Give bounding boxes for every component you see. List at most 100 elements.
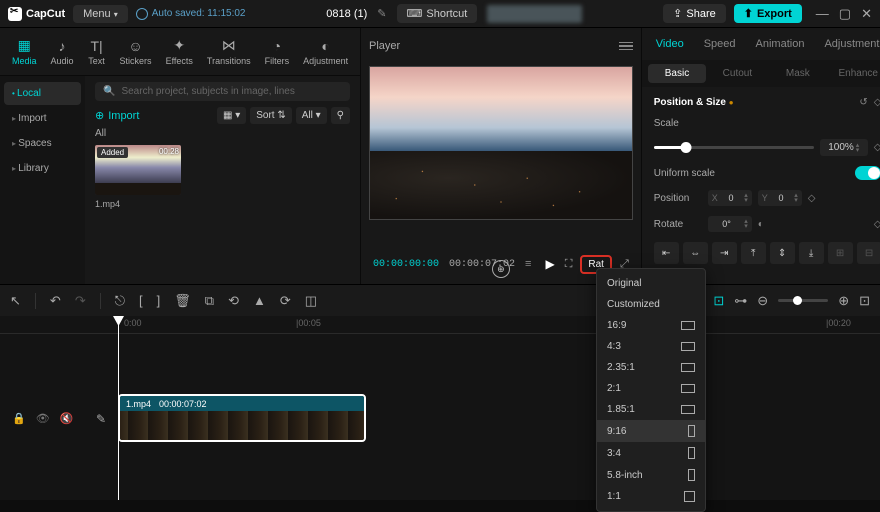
import-button[interactable]: Import — [95, 109, 139, 122]
filter-button[interactable]: ⚲ — [331, 107, 350, 124]
keyframe-icon[interactable]: ◇ — [874, 97, 880, 108]
align-disabled-icon: ⊞ — [828, 242, 853, 264]
selection-tool-icon[interactable]: ↖ — [10, 293, 21, 309]
app-logo: CapCut — [8, 7, 65, 21]
inspector-tab-speed[interactable]: Speed — [696, 34, 744, 54]
ratio-option-2-35-1[interactable]: 2.35:1 — [597, 357, 705, 378]
search-input[interactable]: 🔍Search project, subjects in image, line… — [95, 82, 350, 101]
rotate-keyframe-icon[interactable]: ◇ — [874, 219, 880, 230]
play-button[interactable]: ▶ — [545, 257, 554, 271]
ratio-option-original[interactable]: Original — [597, 273, 705, 294]
ratio-option-5-8-inch[interactable]: 5.8-inch — [597, 464, 705, 486]
link-icon[interactable]: ⊶ — [734, 293, 747, 309]
sidebar-item-import[interactable]: Import — [4, 107, 81, 130]
transform-icon[interactable]: ⊕ — [492, 260, 510, 278]
filter-all-button[interactable]: All ▾ — [296, 107, 327, 124]
timeline-clip[interactable]: 1.mp400:00:07:02 — [118, 394, 366, 442]
minimize-icon[interactable]: — — [816, 6, 829, 22]
zoom-fit-icon[interactable]: ⊡ — [859, 293, 870, 309]
split-icon[interactable]: ⎋ — [115, 293, 125, 309]
scale-value[interactable]: 100%▴▾ — [820, 139, 868, 156]
ruler-mark: |00:20 — [826, 318, 851, 328]
inspector-subtab-basic[interactable]: Basic — [648, 64, 706, 83]
timeline-ruler[interactable]: 0:00|00:05|00:15|00:20 — [0, 316, 880, 334]
media-sidebar: LocalImportSpacesLibrary — [0, 76, 85, 284]
uniform-label: Uniform scale — [654, 168, 850, 179]
fullscreen-icon[interactable]: ⛶ — [565, 258, 573, 271]
media-clip[interactable]: Added 00:28 1.mp4 — [95, 145, 181, 209]
media-tab-transitions[interactable]: ⋈Transitions — [201, 34, 257, 70]
crop-icon[interactable]: ⧉ — [205, 293, 214, 309]
mirror-icon[interactable]: ▲ — [253, 293, 266, 308]
sidebar-item-spaces[interactable]: Spaces — [4, 132, 81, 155]
inspector-tab-video[interactable]: Video — [648, 34, 692, 54]
player-menu-icon[interactable] — [619, 42, 633, 51]
trim-right-icon[interactable]: ] — [157, 293, 161, 308]
edit-title-icon[interactable]: ✎ — [377, 7, 386, 20]
section-title: Position & Size ● — [654, 97, 734, 108]
preview-canvas[interactable] — [369, 66, 633, 220]
ratio-option-1-85-1[interactable]: 1.85:1 — [597, 399, 705, 420]
media-tab-media[interactable]: ▦Media — [6, 34, 43, 70]
redo-icon[interactable]: ↷ — [75, 293, 86, 309]
align-bottom-icon[interactable]: ⤓ — [799, 242, 824, 264]
rotate-icon[interactable]: ⟳ — [280, 293, 291, 309]
align-top-icon[interactable]: ⤒ — [741, 242, 766, 264]
inspector-tab-animation[interactable]: Animation — [748, 34, 813, 54]
ratio-option-1-1[interactable]: 1:1 — [597, 486, 705, 507]
media-tab-effects[interactable]: ✦Effects — [160, 34, 199, 70]
trim-left-icon[interactable]: [ — [139, 293, 143, 308]
scale-slider[interactable] — [654, 146, 814, 149]
ratio-option-2-1[interactable]: 2:1 — [597, 378, 705, 399]
sidebar-item-local[interactable]: Local — [4, 82, 81, 105]
align-left-icon[interactable]: ⇤ — [654, 242, 679, 264]
snap-icon[interactable]: ⊡ — [713, 293, 724, 309]
sidebar-item-library[interactable]: Library — [4, 157, 81, 180]
shortcut-button[interactable]: ⌨Shortcut — [397, 4, 478, 23]
media-tab-audio[interactable]: ♪Audio — [45, 34, 80, 70]
account-area[interactable] — [487, 5, 582, 23]
inspector-subtab-enhance[interactable]: Enhance — [829, 64, 880, 83]
media-tab-filters[interactable]: ◔Filters — [259, 34, 296, 70]
menu-button[interactable]: Menu ▾ — [73, 5, 128, 23]
view-grid-button[interactable]: ▦ ▾ — [217, 107, 246, 124]
added-badge: Added — [97, 147, 128, 158]
inspector-subtab-mask[interactable]: Mask — [769, 64, 827, 83]
inspector-tab-adjustment[interactable]: Adjustment — [816, 34, 880, 54]
media-tab-stickers[interactable]: ☺Stickers — [114, 34, 158, 70]
ratio-option-16-9[interactable]: 16:9 — [597, 315, 705, 336]
inspector-subtab-cutout[interactable]: Cutout — [708, 64, 766, 83]
timeline[interactable]: 0:00|00:05|00:15|00:20 🔒 👁 🔇 ✎ 1.mp400:0… — [0, 316, 880, 500]
maximize-icon[interactable]: ▢ — [839, 6, 851, 22]
zoom-slider[interactable] — [778, 299, 828, 302]
ratio-option-3-4[interactable]: 3:4 — [597, 442, 705, 464]
uniform-toggle[interactable] — [855, 166, 880, 180]
align-right-icon[interactable]: ⇥ — [712, 242, 737, 264]
document-title[interactable]: 0818 (1) — [326, 8, 367, 20]
align-center-h-icon[interactable]: ⇔ — [683, 242, 708, 264]
media-tab-adjustment[interactable]: ◐Adjustment — [297, 34, 354, 70]
position-x-input[interactable]: X0▴▾ — [708, 190, 752, 206]
delete-icon[interactable]: 🗑 — [174, 293, 191, 309]
lines-icon[interactable]: ≡ — [525, 258, 531, 270]
rotate-dial-icon[interactable]: ◐ — [758, 219, 764, 230]
sort-button[interactable]: Sort ⇅ — [250, 107, 292, 124]
undo-icon[interactable]: ↶ — [50, 293, 61, 309]
freeze-icon[interactable]: ◫ — [305, 293, 317, 309]
ratio-option-9-16[interactable]: 9:16 — [597, 420, 705, 442]
share-button[interactable]: ⇪Share — [663, 4, 726, 23]
position-y-input[interactable]: Y0▴▾ — [758, 190, 802, 206]
ratio-option-4-3[interactable]: 4:3 — [597, 336, 705, 357]
ratio-option-customized[interactable]: Customized — [597, 294, 705, 315]
reverse-icon[interactable]: ⟲ — [228, 293, 239, 309]
zoom-in-icon[interactable]: ⊕ — [838, 293, 849, 309]
export-button[interactable]: ⬆Export — [734, 4, 802, 23]
close-icon[interactable]: ✕ — [861, 6, 872, 22]
align-center-v-icon[interactable]: ⇕ — [770, 242, 795, 264]
zoom-out-icon[interactable]: ⊖ — [757, 293, 768, 309]
reset-icon[interactable]: ↺ — [859, 97, 867, 108]
position-keyframe-icon[interactable]: ◇ — [808, 193, 816, 204]
scale-keyframe-icon[interactable]: ◇ — [874, 142, 880, 153]
media-tab-text[interactable]: T|Text — [82, 34, 112, 70]
rotate-input[interactable]: 0°▴▾ — [708, 216, 752, 232]
